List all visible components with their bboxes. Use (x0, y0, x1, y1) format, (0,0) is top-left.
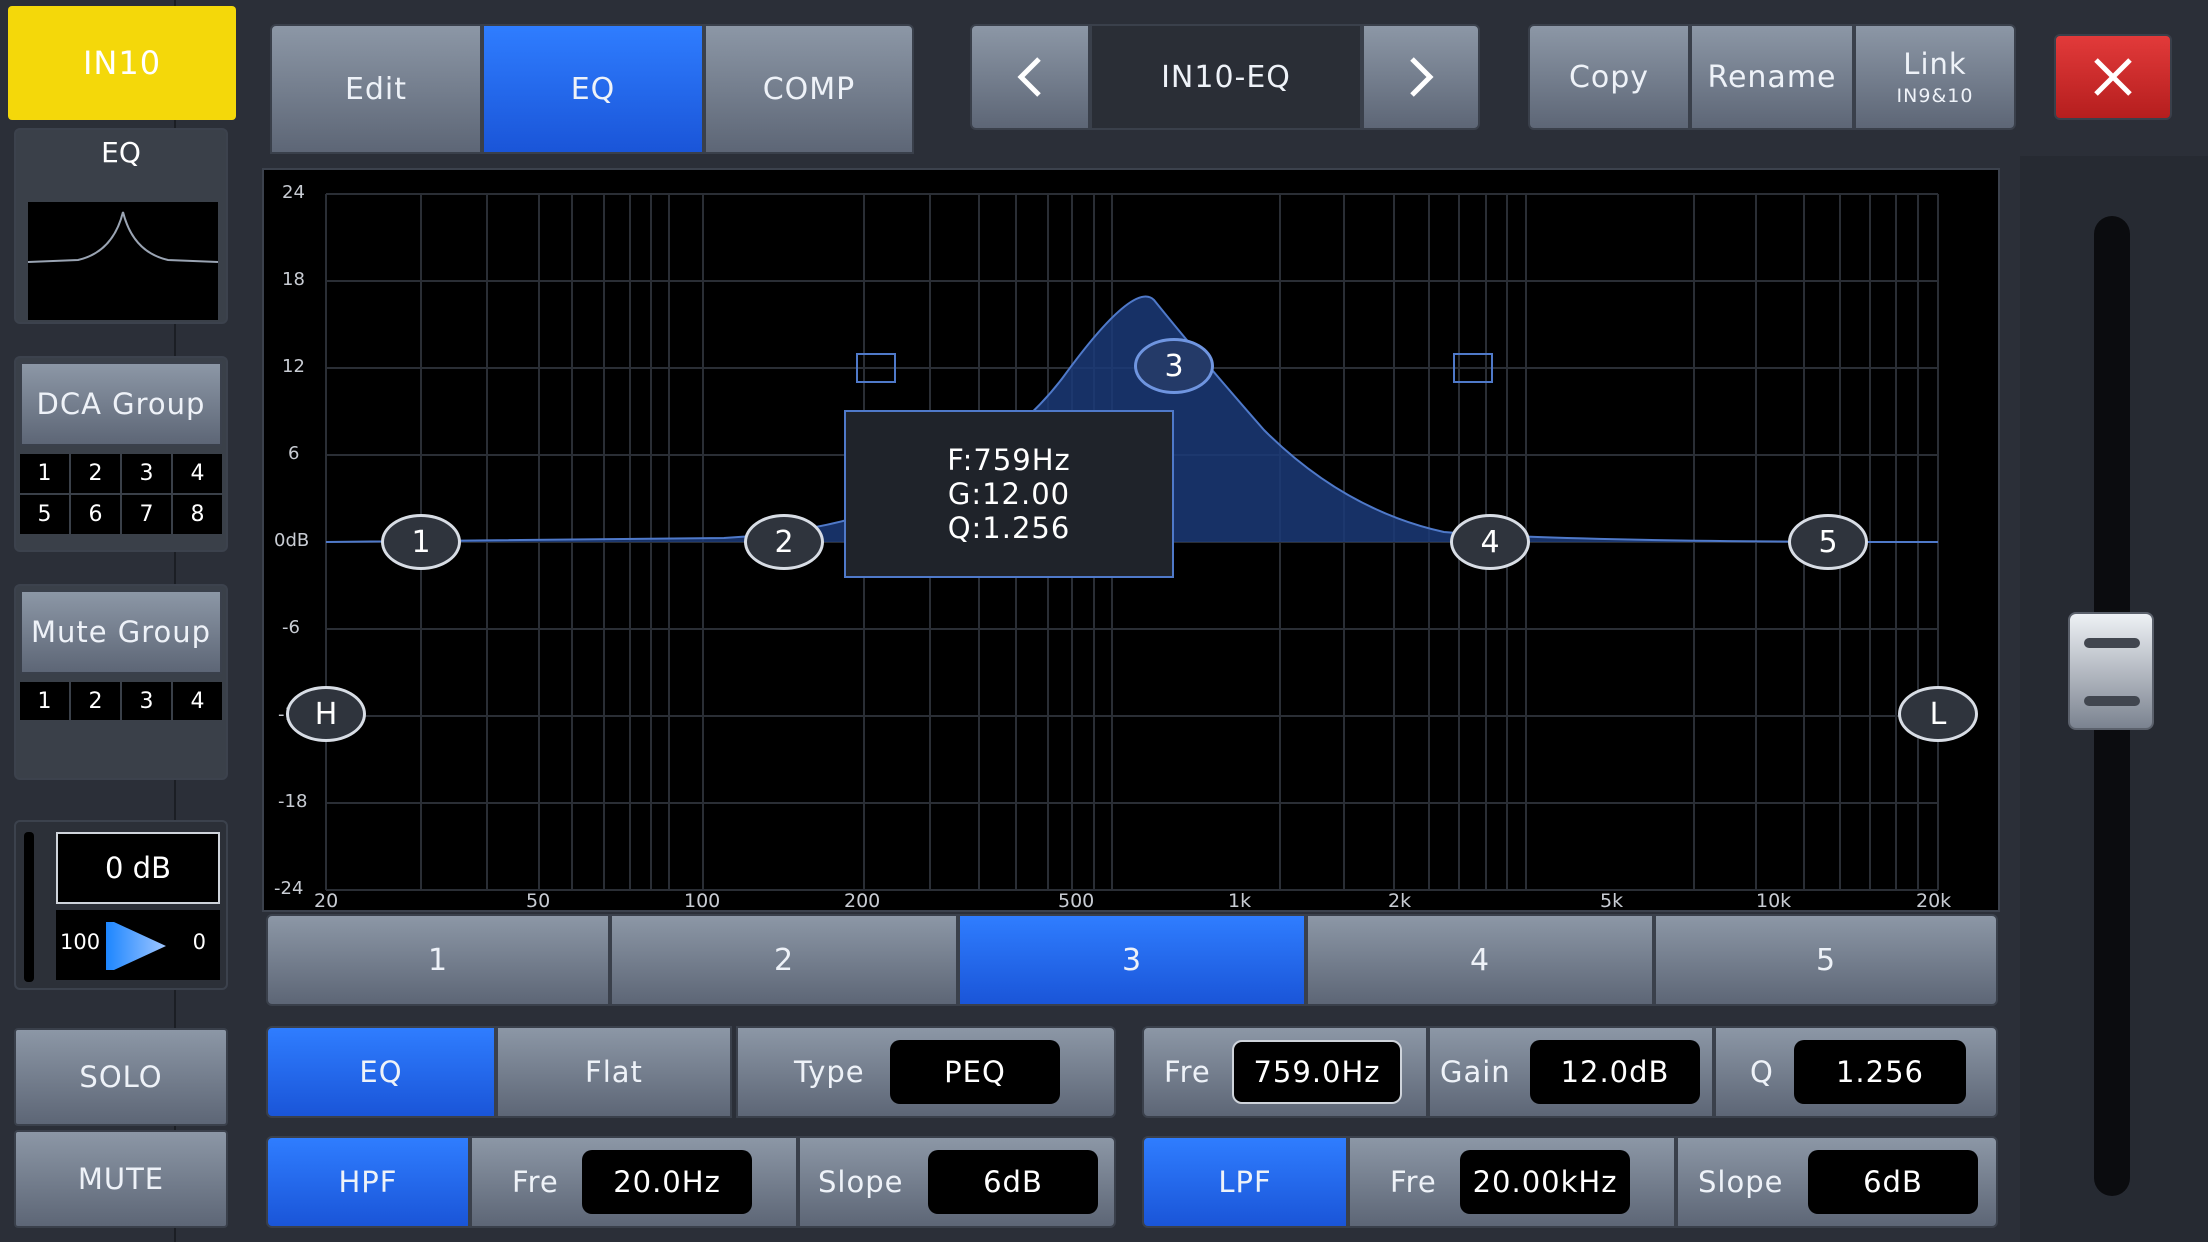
band-tooltip: F:759Hz G:12.00 Q:1.256 (844, 410, 1174, 578)
eq-node-2[interactable]: 2 (744, 514, 824, 570)
dca-cell[interactable]: 5 (20, 495, 69, 534)
y-axis-label: 24 (282, 182, 305, 203)
type-value[interactable]: PEQ (890, 1040, 1060, 1104)
pan-control[interactable]: 100 0 (56, 910, 220, 980)
level-meter (24, 832, 34, 982)
pan-left-value: 100 (60, 930, 101, 954)
pan-right-value: 0 (192, 930, 206, 954)
y-axis-label: 12 (282, 356, 305, 377)
x-axis-label: 20k (1916, 890, 1952, 912)
tab-eq[interactable]: EQ (482, 24, 704, 154)
eq-node-1[interactable]: 1 (381, 514, 461, 570)
channel-name: IN10 (82, 44, 162, 82)
x-axis-label: 500 (1058, 890, 1095, 912)
x-axis-label: 200 (844, 890, 881, 912)
dca-group-panel: DCA Group 1 2 3 4 5 6 7 8 (14, 356, 228, 552)
y-axis-label: -18 (278, 791, 308, 812)
hpf-freq-value[interactable]: 20.0Hz (582, 1150, 752, 1214)
x-axis-label: 2k (1388, 890, 1412, 912)
mute-group-button[interactable]: Mute Group (20, 590, 222, 674)
prev-preset-button[interactable] (970, 24, 1090, 130)
hpf-node[interactable]: H (286, 686, 366, 742)
y-axis-label: -24 (274, 878, 304, 899)
fader-grip (2084, 696, 2140, 706)
x-axis-label: 100 (684, 890, 721, 912)
y-axis-label: 18 (282, 269, 305, 290)
dca-grid: 1 2 3 4 5 6 7 8 (20, 454, 222, 534)
link-button[interactable]: Link IN9&10 (1854, 24, 2016, 130)
eq-graph[interactable]: 24 18 12 6 0dB -6 -12 -18 -24 20 50 100 … (262, 168, 2000, 912)
gain-panel: 0 dB 100 0 (14, 820, 228, 990)
mute-cell[interactable]: 1 (20, 682, 69, 720)
tooltip-frequency: F:759Hz (947, 443, 1071, 477)
copy-button[interactable]: Copy (1528, 24, 1690, 130)
mute-group-panel: Mute Group 1 2 3 4 (14, 584, 228, 780)
x-axis-label: 10k (1756, 890, 1792, 912)
y-axis-label: -6 (282, 617, 300, 638)
dca-cell[interactable]: 2 (71, 454, 120, 493)
chevron-right-icon (1410, 57, 1434, 97)
dca-cell[interactable]: 1 (20, 454, 69, 493)
dca-cell[interactable]: 4 (173, 454, 222, 493)
close-icon (2094, 58, 2132, 96)
band-tab-5[interactable]: 5 (1654, 914, 1998, 1006)
tooltip-gain: G:12.00 (947, 477, 1071, 511)
mute-cell[interactable]: 3 (122, 682, 171, 720)
dca-group-button[interactable]: DCA Group (20, 362, 222, 446)
eq-node-4[interactable]: 4 (1450, 514, 1530, 570)
x-axis-label: 1k (1228, 890, 1252, 912)
solo-button[interactable]: SOLO (14, 1028, 228, 1126)
x-axis-label: 50 (526, 890, 551, 912)
band-tab-2[interactable]: 2 (610, 914, 958, 1006)
tab-edit[interactable]: Edit (270, 24, 482, 154)
eq-enable-button[interactable]: EQ (266, 1026, 496, 1118)
eq-thumbnail-label: EQ (101, 136, 141, 169)
gain-value-box[interactable]: 0 dB (56, 832, 220, 904)
flat-button[interactable]: Flat (496, 1026, 732, 1118)
eq-node-5[interactable]: 5 (1788, 514, 1868, 570)
rename-button[interactable]: Rename (1690, 24, 1854, 130)
eq-node-3[interactable]: 3 (1134, 338, 1214, 394)
y-axis-label: 0dB (274, 530, 310, 551)
chevron-left-icon (1017, 57, 1041, 97)
x-axis-label: 20 (314, 890, 339, 912)
preset-name-display[interactable]: IN10-EQ (1090, 24, 1362, 130)
lpf-button[interactable]: LPF (1142, 1136, 1348, 1228)
fader-area (2020, 156, 2208, 1242)
mute-grid: 1 2 3 4 (20, 682, 222, 720)
y-axis-label: 6 (288, 443, 300, 464)
fader-knob[interactable] (2068, 612, 2154, 730)
lpf-node[interactable]: L (1898, 686, 1978, 742)
dca-cell[interactable]: 7 (122, 495, 171, 534)
pan-wedge-icon (106, 922, 166, 970)
q-value[interactable]: 1.256 (1794, 1040, 1966, 1104)
mute-button[interactable]: MUTE (14, 1130, 228, 1228)
gain-value[interactable]: 12.0dB (1530, 1040, 1700, 1104)
fader-grip (2084, 638, 2140, 648)
mute-cell[interactable]: 4 (173, 682, 222, 720)
dca-cell[interactable]: 3 (122, 454, 171, 493)
band-tab-3[interactable]: 3 (958, 914, 1306, 1006)
tooltip-q: Q:1.256 (947, 511, 1071, 545)
eq-thumbnail-panel[interactable]: EQ (14, 128, 228, 324)
eq-thumbnail-graph (28, 202, 218, 320)
channel-name-button[interactable]: IN10 (8, 6, 236, 120)
mute-cell[interactable]: 2 (71, 682, 120, 720)
lpf-slope-value[interactable]: 6dB (1808, 1150, 1978, 1214)
dca-cell[interactable]: 6 (71, 495, 120, 534)
next-preset-button[interactable] (1362, 24, 1480, 130)
freq-value[interactable]: 759.0Hz (1232, 1040, 1402, 1104)
mixer-eq-screen: IN10 EQ DCA Group 1 2 3 4 5 6 7 8 Mute G… (0, 0, 2208, 1242)
dca-cell[interactable]: 8 (173, 495, 222, 534)
hpf-slope-value[interactable]: 6dB (928, 1150, 1098, 1214)
hpf-button[interactable]: HPF (266, 1136, 470, 1228)
tab-comp[interactable]: COMP (704, 24, 914, 154)
close-button[interactable] (2054, 34, 2172, 120)
band-tab-1[interactable]: 1 (266, 914, 610, 1006)
lpf-freq-value[interactable]: 20.00kHz (1460, 1150, 1630, 1214)
x-axis-label: 5k (1600, 890, 1624, 912)
band-tab-4[interactable]: 4 (1306, 914, 1654, 1006)
